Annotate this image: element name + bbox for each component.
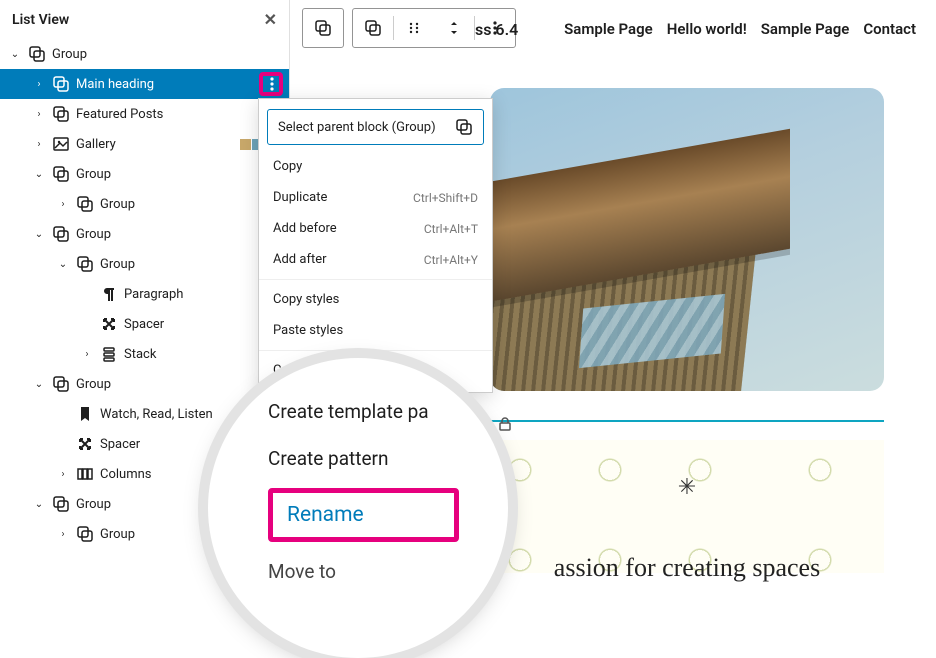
site-title-fragment: ss 6.4 <box>475 20 518 39</box>
group-icon <box>76 525 94 543</box>
menu-create-pattern[interactable]: Create pattern <box>268 435 478 482</box>
hero-image <box>490 88 884 391</box>
divider <box>490 420 884 422</box>
tree-item-label: Main heading <box>76 77 253 92</box>
menu-move-to[interactable]: Move to <box>268 542 478 583</box>
drag-handle[interactable] <box>394 9 434 47</box>
tree-item-main-heading[interactable]: › Main heading <box>0 69 289 99</box>
menu-copy[interactable]: Copy <box>259 151 492 182</box>
block-context-menu: Select parent block (Group) CopyDuplicat… <box>258 98 493 393</box>
toggle-icon[interactable]: ⌄ <box>8 49 22 60</box>
group-icon <box>52 495 70 513</box>
tree-item-gallery[interactable]: › Gallery <box>0 129 289 159</box>
magnifier-overlay: Create template pa Create pattern Rename… <box>208 358 508 658</box>
group-icon <box>76 255 94 273</box>
paragraph-icon <box>100 285 118 303</box>
tree-item-group[interactable]: › Group <box>0 189 289 219</box>
toggle-icon[interactable]: ⌄ <box>32 169 46 180</box>
select-parent-button[interactable] <box>353 9 393 47</box>
group-icon <box>52 375 70 393</box>
gallery-icon <box>52 135 70 153</box>
tree-item-group[interactable]: › Featured Posts <box>0 99 289 129</box>
toggle-icon[interactable]: ⌄ <box>32 229 46 240</box>
tree-item-spacer[interactable]: Spacer <box>0 309 289 339</box>
spacer-icon <box>100 315 118 333</box>
toggle-icon[interactable]: ⌄ <box>32 499 46 510</box>
tree-item-group[interactable]: ⌄ Group <box>0 369 289 399</box>
toggle-icon[interactable]: ⌄ <box>56 259 70 270</box>
group-icon <box>52 225 70 243</box>
toggle-icon[interactable]: › <box>56 199 70 210</box>
stack-icon <box>100 345 118 363</box>
toggle-icon[interactable]: › <box>80 349 94 360</box>
row-options-button[interactable] <box>259 72 283 96</box>
group-icon <box>455 118 473 136</box>
toggle-icon[interactable]: › <box>32 139 46 150</box>
tree-item-group[interactable]: ⌄ Group <box>0 159 289 189</box>
move-buttons[interactable] <box>434 9 474 47</box>
menu-copy-styles[interactable]: Copy styles <box>259 284 492 315</box>
nav-link[interactable]: Sample Page <box>761 20 850 38</box>
tree-item-label: Group <box>76 167 283 182</box>
site-nav: Sample Page Hello world! Sample Page Con… <box>564 20 916 38</box>
tree-item-paragraph[interactable]: Paragraph <box>0 279 289 309</box>
close-icon[interactable]: ✕ <box>264 10 277 29</box>
tree-item-label: Group <box>100 257 283 272</box>
lock-icon <box>496 415 514 433</box>
tree-item-label: Group <box>100 197 283 212</box>
tree-item-label: Gallery <box>76 137 234 152</box>
pattern-section: ✳ assion for creating spaces <box>490 440 884 573</box>
group-icon <box>76 195 94 213</box>
menu-paste-styles[interactable]: Paste styles <box>259 315 492 346</box>
toggle-icon[interactable]: › <box>56 529 70 540</box>
select-parent-block[interactable]: Select parent block (Group) <box>267 109 484 145</box>
tree-item-label: Group <box>76 377 283 392</box>
main-heading-icon <box>52 75 70 93</box>
menu-add-after[interactable]: Add afterCtrl+Alt+Y <box>259 244 492 275</box>
tree-item-label: Group <box>52 47 283 62</box>
tagline-text: assion for creating spaces <box>554 553 820 583</box>
tree-item-label: Group <box>76 227 283 242</box>
block-type-button[interactable] <box>303 9 343 47</box>
group-icon <box>28 45 46 63</box>
nav-link[interactable]: Contact <box>863 20 916 38</box>
group-icon <box>52 165 70 183</box>
bookmark-icon <box>76 405 94 423</box>
toggle-icon[interactable]: › <box>56 469 70 480</box>
list-view-title: List View <box>12 12 69 28</box>
toggle-icon[interactable]: ⌄ <box>32 379 46 390</box>
tree-item-group[interactable]: ⌄ Group <box>0 39 289 69</box>
tree-item-group[interactable]: ⌄ Group <box>0 249 289 279</box>
tree-item-group[interactable]: ⌄ Group <box>0 219 289 249</box>
star-decoration: ✳ <box>678 475 696 500</box>
toggle-icon[interactable]: › <box>32 109 46 120</box>
menu-create-template-part[interactable]: Create template pa <box>268 388 478 435</box>
menu-duplicate[interactable]: DuplicateCtrl+Shift+D <box>259 182 492 213</box>
toggle-icon[interactable]: › <box>32 79 46 90</box>
tree-item-stack[interactable]: ›Stack <box>0 339 289 369</box>
columns-icon <box>76 465 94 483</box>
menu-add-before[interactable]: Add beforeCtrl+Alt+T <box>259 213 492 244</box>
nav-link[interactable]: Sample Page <box>564 20 653 38</box>
nav-link[interactable]: Hello world! <box>667 20 747 38</box>
menu-rename[interactable]: Rename <box>268 488 459 542</box>
group-icon <box>52 105 70 123</box>
tree-item-label: Featured Posts <box>76 107 283 122</box>
spacer-icon <box>76 435 94 453</box>
